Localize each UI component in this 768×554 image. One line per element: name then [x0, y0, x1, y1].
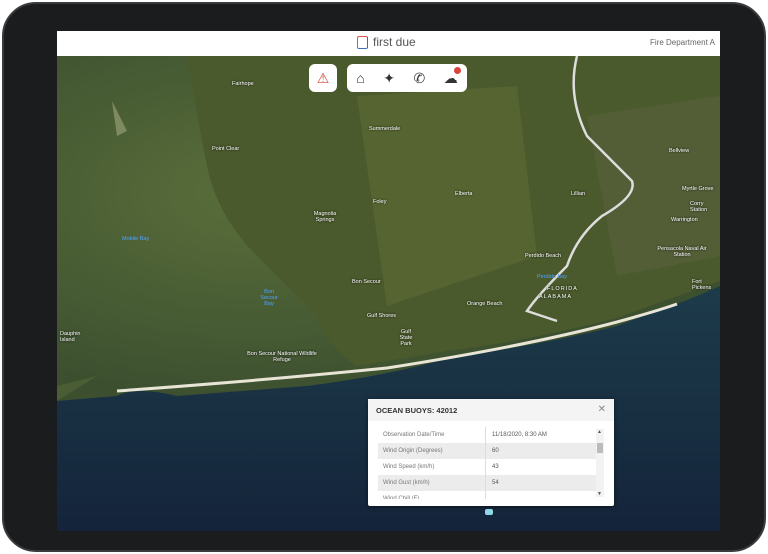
map-label: Bellview — [669, 148, 690, 154]
scroll-thumb[interactable] — [597, 443, 603, 453]
table-row: Observation Date/Time 11/18/2020, 8:30 AM — [378, 427, 596, 443]
scroll-up-icon[interactable]: ▲ — [597, 429, 602, 435]
home-icon[interactable]: ⌂ — [356, 70, 364, 86]
brand-logo[interactable]: first due — [357, 35, 416, 49]
map-label: Warrington — [671, 217, 698, 223]
map-label: Lillian — [571, 191, 586, 197]
map-label: Bon Secour — [352, 279, 381, 285]
map-label: Point Clear — [212, 146, 240, 152]
map-label: Corry Station — [690, 201, 708, 213]
weather-alert-icon[interactable]: ☁ — [444, 66, 461, 87]
map-label: Bon Secour National Wildlife Refuge — [247, 351, 317, 363]
map-label: Bon Secour Bay — [260, 289, 278, 307]
map-label: Myrtle Grove — [682, 186, 714, 192]
popup-scrollbar[interactable]: ▲ ▼ — [596, 429, 604, 497]
map-label: Perdido Bay — [537, 274, 567, 280]
screen: first due Fire Department A Fairhope Poi… — [57, 31, 720, 531]
attr-value: 54 — [492, 480, 499, 486]
table-row: Wind Chill (F) — [378, 491, 596, 499]
app-header: first due Fire Department A — [57, 31, 720, 56]
twitter-icon[interactable]: ✦ — [383, 70, 395, 87]
buoy-popup: OCEAN BUOYS: 42012 ✕ Observation Date/Ti… — [368, 399, 614, 506]
map-label: Elberta — [455, 191, 473, 197]
buoy-marker[interactable] — [485, 509, 493, 515]
department-name: Fire Department A — [650, 38, 715, 47]
alerts-button[interactable]: ⚠ — [309, 64, 337, 92]
map-label: FLORIDA — [547, 286, 578, 292]
map-label: Gulf Shores — [367, 313, 397, 319]
map-label: Fort Pickens — [692, 279, 712, 291]
table-row: Wind Origin (Degrees) 60 — [378, 443, 596, 459]
attr-value: 11/18/2020, 8:30 AM — [492, 432, 547, 438]
popup-title: OCEAN BUOYS: 42012 — [368, 399, 614, 421]
map-label: Pensacola Naval Air Station — [657, 246, 707, 258]
map-label: Orange Beach — [467, 301, 503, 307]
table-row: Wind Gust (km/h) 54 — [378, 475, 596, 491]
map-label: Magnolia Springs — [313, 211, 337, 223]
alarm-bell-icon: ⚠ — [316, 69, 330, 86]
map-label: Summerdale — [369, 126, 401, 132]
attr-key: Wind Gust (km/h) — [378, 475, 486, 491]
attr-value: 43 — [492, 464, 499, 470]
map-label: Perdido Beach — [525, 253, 562, 259]
attr-key: Wind Chill (F) — [378, 491, 486, 499]
attribute-table: Observation Date/Time 11/18/2020, 8:30 AM… — [378, 427, 596, 499]
map-label: Fairhope — [232, 81, 254, 87]
attr-value: 60 — [492, 448, 499, 454]
brand-name: first due — [373, 35, 416, 49]
attr-key: Observation Date/Time — [378, 427, 486, 443]
map-label: Dauphin Island — [60, 331, 81, 343]
attr-key: Wind Speed (km/h) — [378, 459, 486, 475]
map-label: Foley — [373, 199, 387, 205]
phone-icon[interactable]: ✆ — [413, 70, 425, 87]
attr-key: Wind Origin (Degrees) — [378, 443, 486, 459]
logo-icon — [357, 35, 368, 49]
map-label: ALABAMA — [539, 294, 572, 300]
map-label: Mobile Bay — [122, 236, 150, 242]
close-icon[interactable]: ✕ — [598, 404, 606, 415]
table-row: Wind Speed (km/h) 43 — [378, 459, 596, 475]
tablet-frame: first due Fire Department A Fairhope Poi… — [2, 2, 766, 552]
scroll-down-icon[interactable]: ▼ — [597, 491, 602, 497]
toolbar-group: ⌂ ✦ ✆ ☁ — [347, 64, 467, 92]
map-label: Gulf State Park — [399, 329, 413, 347]
